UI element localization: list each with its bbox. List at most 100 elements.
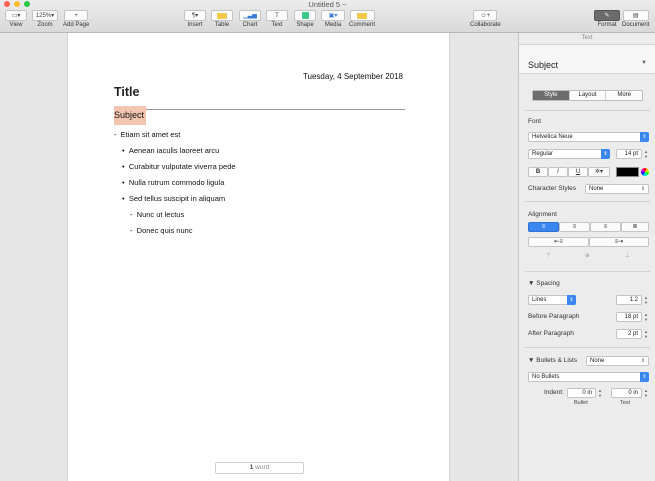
table-icon[interactable] [211,10,233,21]
document-canvas[interactable]: Tuesday, 4 September 2018 Title Subject … [0,33,518,481]
updown-icon: ⇕ [640,358,645,364]
text-indent-stepper[interactable]: ▲ ▼ [643,388,649,398]
increase-indent-icon[interactable]: ≡⇥ [589,237,649,247]
text-indent-caption: Text [620,400,631,406]
decrease-indent-icon[interactable]: ⇤≡ [528,237,589,247]
document-title[interactable]: Title [114,85,139,99]
comment-icon[interactable] [349,10,375,21]
shape-tool[interactable]: Shape [294,10,316,28]
toolbar: Untitled 5 ~ ▭▾ View 125% ▾ Zoom + Add Pa… [0,0,655,33]
document-subject[interactable]: Subject [114,106,146,125]
document-tool[interactable]: ▤ Document [622,10,649,28]
inspector-header: Text [581,35,593,41]
collaborate-icon[interactable]: ☺+ [473,10,498,21]
after-paragraph-stepper[interactable]: ▲ ▼ [643,329,649,339]
list-item[interactable]: - Nunc ut lectus [130,210,184,219]
text-icon[interactable]: T [266,10,288,21]
bullets-section-label[interactable]: ▼ Bullets & Lists [528,357,577,364]
italic-button[interactable]: I [548,167,568,177]
bold-button[interactable]: B [528,167,548,177]
list-item[interactable]: • Sed tellus suscipit in aliquam [122,194,225,203]
shape-icon[interactable] [294,10,316,21]
paragraph-icon[interactable]: ¶▾ [184,10,206,21]
align-top-icon[interactable]: ⊤ [546,253,551,259]
inspector-tabs: Style Layout More [532,90,643,101]
sidebar-icon[interactable]: ▭▾ [5,10,27,21]
align-right-icon[interactable]: ≡ [590,222,621,232]
add-page-tool[interactable]: + Add Page [63,10,89,28]
media-icon[interactable]: ▣▾ [321,10,345,21]
updown-icon: ⇕ [601,149,610,159]
font-size-field[interactable]: 14 pt [616,149,642,159]
font-family-select[interactable]: Helvetica Neue ⇕ [528,132,649,142]
paintbrush-icon[interactable]: ✎ [594,10,620,21]
format-tool[interactable]: ✎ Format [594,10,620,28]
bullet-indent-field[interactable]: 0 in [567,388,596,398]
zoom-select[interactable]: 125% ▾ [32,10,58,21]
updown-icon: ⇕ [640,132,649,142]
before-paragraph-stepper[interactable]: ▲ ▼ [643,312,649,322]
text-color-well[interactable] [616,167,639,177]
view-tool[interactable]: ▭▾ View [5,10,27,28]
list-item[interactable]: • Aenean iaculis laoreet arcu [122,146,219,155]
font-size-stepper[interactable]: ▲ ▼ [643,149,649,159]
bullet-type-select[interactable]: No Bullets ⇕ [528,372,649,382]
word-count[interactable]: 1 word [215,462,304,474]
paragraph-style-name: Subject [528,60,559,70]
before-paragraph-field[interactable]: 18 pt [616,312,642,322]
insert-tool[interactable]: ¶▾ Insert [184,10,206,28]
text-tool[interactable]: T Text [266,10,288,28]
document-page[interactable]: Tuesday, 4 September 2018 Title Subject … [67,33,450,481]
text-indent-field[interactable]: 0 in [611,388,642,398]
after-paragraph-field[interactable]: 2 pt [616,329,642,339]
font-section-label: Font [528,118,542,125]
divider [525,271,650,272]
plus-icon[interactable]: + [64,10,89,21]
line-spacing-field[interactable]: 1.2 [616,295,642,305]
font-style-select[interactable]: Regular ⇕ [528,149,610,159]
list-item[interactable]: • Nulla rutrum commodo ligula [122,178,224,187]
list-item[interactable]: - Donec quis nunc [130,226,193,235]
underline-button[interactable]: U [568,167,588,177]
before-paragraph-label: Before Paragraph [528,313,580,320]
spacing-mode-select[interactable]: Lines ⇕ [528,295,576,305]
list-style-select[interactable]: None ⇕ [586,356,649,366]
list-item[interactable]: • Curabitur vulputate viverra pede [122,162,236,171]
tab-more[interactable]: More [606,91,642,100]
align-middle-icon[interactable]: ⊕ [585,253,590,259]
updown-icon: ⇕ [567,295,576,305]
align-bottom-icon[interactable]: ⊥ [625,253,630,259]
format-inspector: Text Subject ▼ Style Layout More Font He… [518,33,655,481]
align-justify-icon[interactable]: ≣ [621,222,649,232]
tab-style[interactable]: Style [533,91,570,100]
collaborate-tool[interactable]: ☺+ Collaborate [470,10,501,28]
list-item[interactable]: - Etiam sit amet est [114,130,180,139]
paragraph-style-selector[interactable]: Subject ▼ [519,44,655,74]
bullet-indent-stepper[interactable]: ▲ ▼ [597,388,603,398]
chart-icon[interactable]: ▁▃▅ [239,10,261,21]
media-tool[interactable]: ▣▾ Media [321,10,345,28]
chart-tool[interactable]: ▁▃▅ Chart [239,10,261,28]
align-left-icon[interactable]: ≡ [528,222,559,232]
bullet-indent-caption: Bullet [574,400,588,406]
alignment-section-label: Alignment [528,211,557,218]
document-date[interactable]: Tuesday, 4 September 2018 [303,72,403,81]
line-spacing-stepper[interactable]: ▲ ▼ [643,295,649,305]
align-center-icon[interactable]: ≡ [559,222,590,232]
document-icon[interactable]: ▤ [622,10,649,21]
comment-tool[interactable]: Comment [349,10,375,28]
spacing-section-label[interactable]: ▼ Spacing [528,280,560,287]
triangle-down-icon[interactable]: ▼ [641,60,647,66]
table-tool[interactable]: Table [211,10,233,28]
updown-icon: ⇕ [640,372,649,382]
divider [525,347,650,348]
zoom-tool[interactable]: 125% ▾ Zoom [32,10,58,28]
indent-label: Indent: [544,389,564,396]
after-paragraph-label: After Paragraph [528,330,574,337]
divider [525,110,650,111]
gear-icon[interactable]: ✲▾ [588,167,610,177]
color-wheel-icon[interactable] [641,168,649,176]
character-styles-select[interactable]: None ⇕ [585,184,649,194]
window-title: Untitled 5 ~ [308,0,347,9]
tab-layout[interactable]: Layout [570,91,607,100]
